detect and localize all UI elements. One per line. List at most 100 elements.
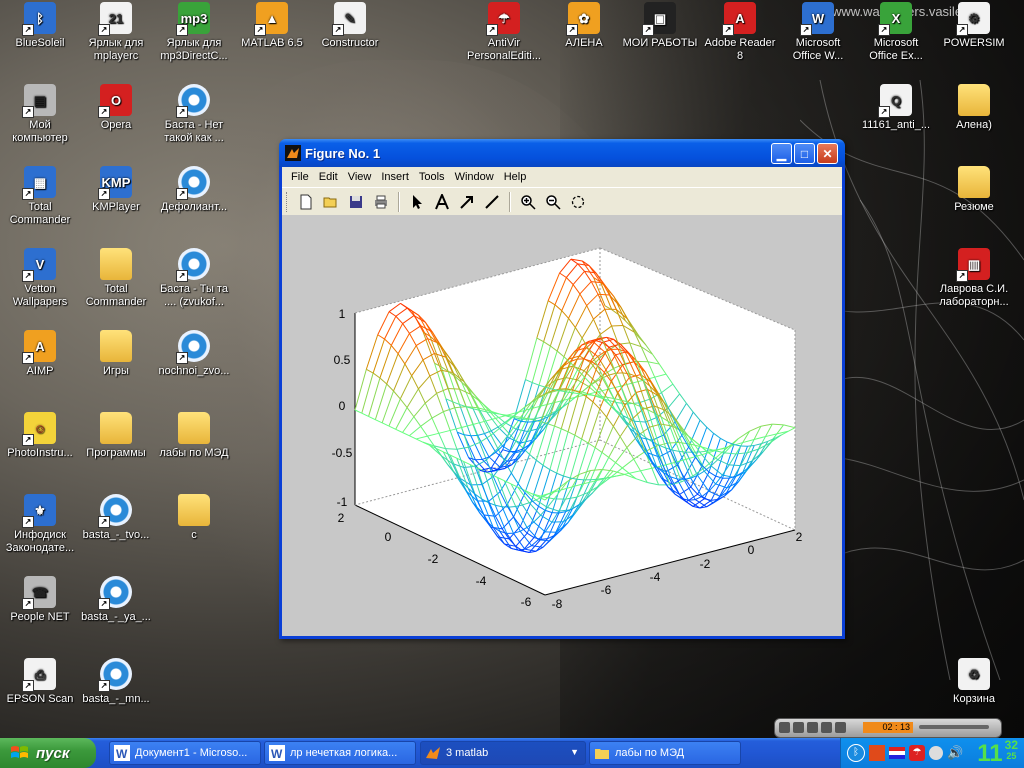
desktop-icon[interactable]: ♻ Корзина bbox=[936, 658, 1012, 706]
zoom-out-button[interactable] bbox=[542, 191, 564, 213]
desktop-icon[interactable]: Резюме bbox=[936, 166, 1012, 214]
desktop-icon[interactable]: W ↗ Microsoft Office W... bbox=[780, 2, 856, 63]
surface-plot[interactable]: 1 0.5 0 -0.5 -1 2 0 -2 -4 -6 -8 -6 -4 -2 0 2 bbox=[282, 215, 842, 636]
desktop-icon[interactable]: O ↗ Opera bbox=[78, 84, 154, 132]
shortcut-arrow-icon: ↗ bbox=[176, 270, 188, 282]
desktop-icon[interactable]: ↗ basta_-_mn... bbox=[78, 658, 154, 706]
toolbar-separator bbox=[398, 191, 400, 212]
desktop-icon[interactable]: ↗ basta_-_ya_... bbox=[78, 576, 154, 624]
save-disk-icon bbox=[350, 195, 362, 208]
mini-player[interactable]: 02 : 13 bbox=[774, 718, 1002, 738]
desktop-icon[interactable]: ↗ Дефолиант... bbox=[156, 166, 232, 214]
desktop-icon[interactable]: Программы bbox=[78, 412, 154, 460]
desktop-icon[interactable]: ⚙ ↗ POWERSIM bbox=[936, 2, 1012, 50]
desktop-icon[interactable]: ⚜ ↗ Инфодиск Законодате... bbox=[2, 494, 78, 555]
menu-edit[interactable]: Edit bbox=[314, 171, 343, 183]
desktop-icon[interactable]: Total Commander bbox=[78, 248, 154, 309]
desktop-icon[interactable]: A ↗ Adobe Reader 8 bbox=[702, 2, 778, 63]
kmplayer-icon: KMP ↗ bbox=[98, 166, 132, 200]
figure-canvas[interactable]: 1 0.5 0 -0.5 -1 2 0 -2 -4 -6 -8 -6 -4 -2 0 2 bbox=[282, 215, 842, 636]
mplayer-shortcut-icon: 21 ↗ bbox=[98, 2, 132, 36]
desktop-icon[interactable]: ↗ Баста - Ты та .... (zvukof... bbox=[156, 248, 232, 309]
minimize-button[interactable]: ▁ bbox=[771, 143, 792, 164]
pointer-arrow-icon bbox=[413, 194, 422, 209]
desktop-icon[interactable]: X ↗ Microsoft Office Ex... bbox=[858, 2, 934, 63]
desktop-icon-label: Мой компьютер bbox=[12, 119, 68, 144]
desktop-icon[interactable]: ↗ Баста - Нет такой как ... bbox=[156, 84, 232, 145]
media-tray-icon[interactable] bbox=[869, 745, 885, 761]
desktop-icon-label: nochnoi_zvo... bbox=[158, 365, 230, 377]
desktop-icon-label: 11161_anti_... bbox=[861, 119, 931, 131]
insert-text-button[interactable] bbox=[431, 191, 453, 213]
new-figure-button[interactable] bbox=[295, 191, 317, 213]
menu-insert[interactable]: Insert bbox=[376, 171, 414, 183]
desktop-icon[interactable]: ☂ ↗ AntiVir PersonalEditi... bbox=[466, 2, 542, 63]
clock[interactable]: 11 32 25 bbox=[977, 739, 1018, 768]
toolbar-grip[interactable] bbox=[286, 191, 290, 212]
flag-tray-icon[interactable] bbox=[889, 747, 905, 759]
maximize-button[interactable]: □ bbox=[794, 143, 815, 164]
desktop-icon[interactable]: ↗ nochnoi_zvo... bbox=[156, 330, 232, 378]
desktop-icon[interactable]: Алена) bbox=[936, 84, 1012, 132]
desktop-icon-label: Лаврова С.И. лабораторн... bbox=[939, 283, 1009, 308]
print-button[interactable] bbox=[370, 191, 392, 213]
menu-view[interactable]: View bbox=[343, 171, 377, 183]
mesh-line bbox=[679, 450, 687, 453]
desktop-icon[interactable]: mp3 ↗ Ярлык для mp3DirectC... bbox=[156, 2, 232, 63]
start-button[interactable]: пуск bbox=[0, 738, 96, 768]
menu-window[interactable]: Window bbox=[450, 171, 499, 183]
desktop-icon[interactable]: ▣ ↗ МОИ РАБОТЫ bbox=[622, 2, 698, 50]
select-arrow-button[interactable] bbox=[406, 191, 428, 213]
desktop-icon[interactable]: ↗ basta_-_tvo... bbox=[78, 494, 154, 542]
desktop-icon[interactable]: ▥ ↗ Лаврова С.И. лабораторн... bbox=[936, 248, 1012, 309]
bluetooth-tray-icon[interactable]: ᛒ bbox=[847, 744, 865, 762]
desktop-icon[interactable]: ✎ ↗ Constructor bbox=[312, 2, 388, 50]
task-labs-folder[interactable]: лабы по МЭД bbox=[589, 741, 741, 765]
desktop-icon[interactable]: ☺ ↗ PhotoInstru... bbox=[2, 412, 78, 460]
desktop-icon[interactable]: 21 ↗ Ярлык для mplayerc bbox=[78, 2, 154, 63]
desktop-icon-label: Программы bbox=[86, 447, 146, 459]
system-tray: ᛒ ☂ 🔊 11 32 25 bbox=[840, 738, 1024, 768]
insert-arrow-button[interactable] bbox=[456, 191, 478, 213]
volume-icon[interactable]: 🔊 bbox=[947, 745, 963, 761]
open-file-button[interactable] bbox=[320, 191, 342, 213]
insert-line-button[interactable] bbox=[481, 191, 503, 213]
menu-tools[interactable]: Tools bbox=[414, 171, 450, 183]
desktop-icon[interactable]: Q ↗ 11161_anti_... bbox=[858, 84, 934, 132]
task-document1[interactable]: W Документ1 - Microso... bbox=[109, 741, 261, 765]
desktop-icon[interactable]: ▦ ↗ Total Commander bbox=[2, 166, 78, 227]
figure-window[interactable]: Figure No. 1 ▁ □ ✕ File Edit View Insert… bbox=[279, 139, 845, 639]
desktop-icon[interactable]: ✿ ↗ АЛЕНА bbox=[546, 2, 622, 50]
window-client: File Edit View Insert Tools Window Help bbox=[282, 167, 842, 636]
desktop-icon[interactable]: лабы по МЭД bbox=[156, 412, 232, 460]
desktop-icon[interactable]: ⎙ ↗ EPSON Scan bbox=[2, 658, 78, 706]
desktop-icon[interactable]: KMP ↗ KMPlayer bbox=[78, 166, 154, 214]
z-axis-ticks: 1 0.5 0 -0.5 -1 bbox=[332, 307, 353, 509]
zoom-in-button[interactable] bbox=[517, 191, 539, 213]
task-matlab-group[interactable]: 3 matlab ▼ bbox=[420, 741, 586, 765]
close-button[interactable]: ✕ bbox=[817, 143, 838, 164]
desktop-icon-label: Constructor bbox=[321, 37, 379, 49]
tray-status-icon[interactable] bbox=[929, 746, 943, 760]
desktop-icon[interactable]: Игры bbox=[78, 330, 154, 378]
player-seek-bar[interactable] bbox=[919, 725, 989, 729]
desktop-icon[interactable]: ▤ ↗ Мой компьютер bbox=[2, 84, 78, 145]
desktop-icon[interactable]: V ↗ Vetton Wallpapers bbox=[2, 248, 78, 309]
left-tick-label: -2 bbox=[428, 552, 439, 566]
desktop-icon[interactable]: с bbox=[156, 494, 232, 542]
desktop-icon[interactable]: ᛒ ↗ BlueSoleil bbox=[2, 2, 78, 50]
task-fuzzy-logic-doc[interactable]: W лр нечеткая логика... bbox=[264, 741, 416, 765]
mesh-line bbox=[598, 293, 610, 296]
desktop-icon[interactable]: ☎ ↗ People NET bbox=[2, 576, 78, 624]
antivir-tray-icon[interactable]: ☂ bbox=[909, 745, 925, 761]
menu-help[interactable]: Help bbox=[499, 171, 532, 183]
player-controls-icon bbox=[779, 722, 846, 733]
window-titlebar[interactable]: Figure No. 1 ▁ □ ✕ bbox=[279, 139, 845, 167]
desktop-icon[interactable]: ▲ ↗ MATLAB 6.5 bbox=[234, 2, 310, 50]
shortcut-arrow-icon: ↗ bbox=[332, 24, 344, 36]
desktop-icon-label: basta_-_tvo... bbox=[82, 529, 150, 541]
menu-file[interactable]: File bbox=[286, 171, 314, 183]
rotate-3d-button[interactable] bbox=[567, 191, 589, 213]
save-button[interactable] bbox=[345, 191, 367, 213]
desktop-icon[interactable]: A ↗ AIMP bbox=[2, 330, 78, 378]
